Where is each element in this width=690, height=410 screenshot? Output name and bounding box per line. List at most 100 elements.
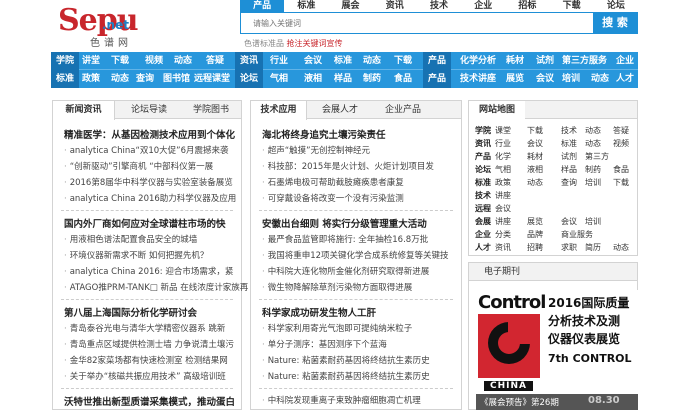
search-tab[interactable]: 企业 <box>461 0 505 12</box>
sitemap-link[interactable]: 动态 <box>527 177 543 188</box>
sitemap-link[interactable]: 技术 <box>561 125 577 136</box>
sitemap-link[interactable]: 动态 <box>613 242 629 253</box>
search-tab[interactable]: 论坛 <box>594 0 638 12</box>
news-list-item[interactable]: 2016第8届华中科学仪器与实验室装备展览 <box>64 176 233 188</box>
nav-item[interactable]: 政策 <box>82 70 100 88</box>
news-list-item[interactable]: 单分子测序：基因测序下个蓝海 <box>262 338 387 350</box>
promo-hot-link[interactable]: 抢注关键词宣传 <box>287 38 343 49</box>
nav-item[interactable]: 动态 <box>591 70 609 88</box>
nav-item[interactable]: 食品 <box>394 70 412 88</box>
tab-expo-talent[interactable]: 会展人才 <box>311 101 369 119</box>
nav-item[interactable]: 样品 <box>334 70 352 88</box>
tab-academy-books[interactable]: 学院图书 <box>181 101 241 119</box>
sitemap-link[interactable]: 液相 <box>527 164 543 175</box>
news-list-item[interactable]: Nature: 粘菌素耐药基因将终结抗生素历史 <box>262 370 430 382</box>
sitemap-category[interactable]: 标准 <box>475 177 491 188</box>
sitemap-category[interactable]: 会展 <box>475 216 491 227</box>
sitemap-category[interactable]: 人才 <box>475 242 491 253</box>
sitemap-link[interactable]: 会议 <box>527 138 543 149</box>
nav-item[interactable]: 下载 <box>394 52 412 70</box>
search-tab[interactable]: 展会 <box>328 0 372 12</box>
search-tab[interactable]: 产品 <box>240 0 285 12</box>
nav-item[interactable]: 动态 <box>174 52 192 70</box>
search-tab[interactable]: 招标 <box>505 0 549 12</box>
site-logo[interactable]: Sepu .net 色谱网 <box>52 4 144 50</box>
headline-link[interactable]: 精准医学：从基因检测技术应用到个体化 <box>64 127 235 141</box>
sitemap-link[interactable]: 商业服务 <box>561 229 593 240</box>
news-list-item[interactable]: 微生物降解除草剂污染物方面取得进展 <box>262 281 413 293</box>
headline-link[interactable]: 海北将终身追究土壤污染责任 <box>262 127 386 141</box>
nav-item[interactable]: 产品 <box>423 70 452 88</box>
nav-item[interactable]: 展览 <box>506 70 524 88</box>
sitemap-link[interactable]: 行业 <box>495 138 511 149</box>
sitemap-category[interactable]: 远程 <box>475 203 491 214</box>
news-list-item[interactable]: 科学家利用寄光气泡即可提纯纳米粒子 <box>262 322 413 334</box>
sitemap-link[interactable]: 动态 <box>585 138 601 149</box>
search-tab[interactable]: 下载 <box>550 0 594 12</box>
news-list-item[interactable]: 青岛泰谷光电与清华大学精密仪器系 跳新 <box>64 322 226 334</box>
nav-item[interactable]: 标准 <box>51 70 80 88</box>
news-list-item[interactable]: 科技部：2015年是火计划、火炬计划项目发 <box>262 160 434 172</box>
news-list-item[interactable]: 石墨烯电极可帮助截肢瘫痪患者康复 <box>262 176 404 188</box>
sitemap-category[interactable]: 企业 <box>475 229 491 240</box>
sitemap-link[interactable]: 制药 <box>585 164 601 175</box>
tab-forum-guide[interactable]: 论坛导读 <box>119 101 179 119</box>
sitemap-link[interactable]: 查询 <box>561 177 577 188</box>
sitemap-link[interactable]: 培训 <box>585 216 601 227</box>
sitemap-link[interactable]: 化学 <box>495 151 511 162</box>
nav-item[interactable]: 液相 <box>304 70 322 88</box>
nav-item[interactable]: 论坛 <box>235 70 264 88</box>
sitemap-link[interactable]: 试剂 <box>561 151 577 162</box>
news-list-item[interactable]: 超声“触摸”无创控制神经元 <box>262 144 370 156</box>
nav-item[interactable]: 查询 <box>136 70 154 88</box>
headline-link[interactable]: 国内外厂商如何应对全球谱柱市场的快 <box>64 216 226 230</box>
sitemap-link[interactable]: 招聘 <box>527 242 543 253</box>
sitemap-link[interactable]: 样品 <box>561 164 577 175</box>
news-list-item[interactable]: 最严食品监管即将施行: 全年抽检16.8万批 <box>262 233 429 245</box>
nav-item[interactable]: 制药 <box>363 70 381 88</box>
nav-item[interactable]: 企业 <box>616 52 634 70</box>
sitemap-category[interactable]: 技术 <box>475 190 491 201</box>
nav-item[interactable]: 人才 <box>616 70 634 88</box>
news-list-item[interactable]: analytica China 2016: 迎合市场需求，紧 <box>64 265 234 277</box>
nav-item[interactable]: 技术讲座 <box>460 70 496 88</box>
nav-item[interactable]: 气相 <box>270 70 288 88</box>
sitemap-link[interactable]: 气相 <box>495 164 511 175</box>
sitemap-link[interactable]: 耗材 <box>527 151 543 162</box>
nav-item[interactable]: 视频 <box>145 52 163 70</box>
nav-item[interactable]: 培训 <box>562 70 580 88</box>
sitemap-link[interactable]: 视频 <box>613 138 629 149</box>
sitemap-link[interactable]: 展览 <box>527 216 543 227</box>
news-list-item[interactable]: 金华82家菜场都有快速检测室 检测结果网 <box>64 354 228 366</box>
sitemap-link[interactable]: 资讯 <box>495 242 511 253</box>
nav-item[interactable]: 第三方服务 <box>562 52 607 70</box>
news-list-item[interactable]: 用液相色谱法配置食品安全的城墙 <box>64 233 198 245</box>
sitemap-link[interactable]: 食品 <box>613 164 629 175</box>
tab-tech-application[interactable]: 技术应用 <box>251 101 307 120</box>
news-list-item[interactable]: 中科院大连化物所金催化剂研究取得新进展 <box>262 265 430 277</box>
tab-company-products[interactable]: 企业产品 <box>373 101 433 119</box>
promo-prefix[interactable]: 色谱标准品 <box>244 38 284 49</box>
nav-item[interactable]: 会议 <box>536 70 554 88</box>
nav-item[interactable]: 学院 <box>51 52 80 70</box>
sitemap-link[interactable]: 分类 <box>495 229 511 240</box>
news-list-item[interactable]: “创新驱动”引擎商机 “中部科仪第一展 <box>64 160 213 172</box>
sitemap-link[interactable]: 讲座 <box>495 216 511 227</box>
sitemap-link[interactable]: 会议 <box>495 203 511 214</box>
news-list-item[interactable]: ATAGO推PRM-TANK□ 新品 在线浓度计家族再 <box>64 281 249 293</box>
tab-news[interactable]: 新闻资讯 <box>53 101 115 120</box>
nav-item[interactable]: 产品 <box>423 52 452 70</box>
sitemap-link[interactable]: 第三方 <box>585 151 609 162</box>
search-tab[interactable]: 资讯 <box>373 0 417 12</box>
nav-item[interactable]: 资讯 <box>235 52 264 70</box>
sitemap-link[interactable]: 标准 <box>561 138 577 149</box>
sitemap-link[interactable]: 课堂 <box>495 125 511 136</box>
sitemap-category[interactable]: 产品 <box>475 151 491 162</box>
expo-banner[interactable]: Control CHINA 2016国际质量 分析技术及测 仪器仪表展览 7th… <box>476 290 638 410</box>
nav-item[interactable]: 化学分析 <box>460 52 496 70</box>
sitemap-link[interactable]: 求职 <box>561 242 577 253</box>
sitemap-link[interactable]: 讲座 <box>495 190 511 201</box>
sitemap-link[interactable]: 培训 <box>585 177 601 188</box>
nav-item[interactable]: 远程课堂 <box>194 70 230 88</box>
nav-item[interactable]: 试剂 <box>536 52 554 70</box>
